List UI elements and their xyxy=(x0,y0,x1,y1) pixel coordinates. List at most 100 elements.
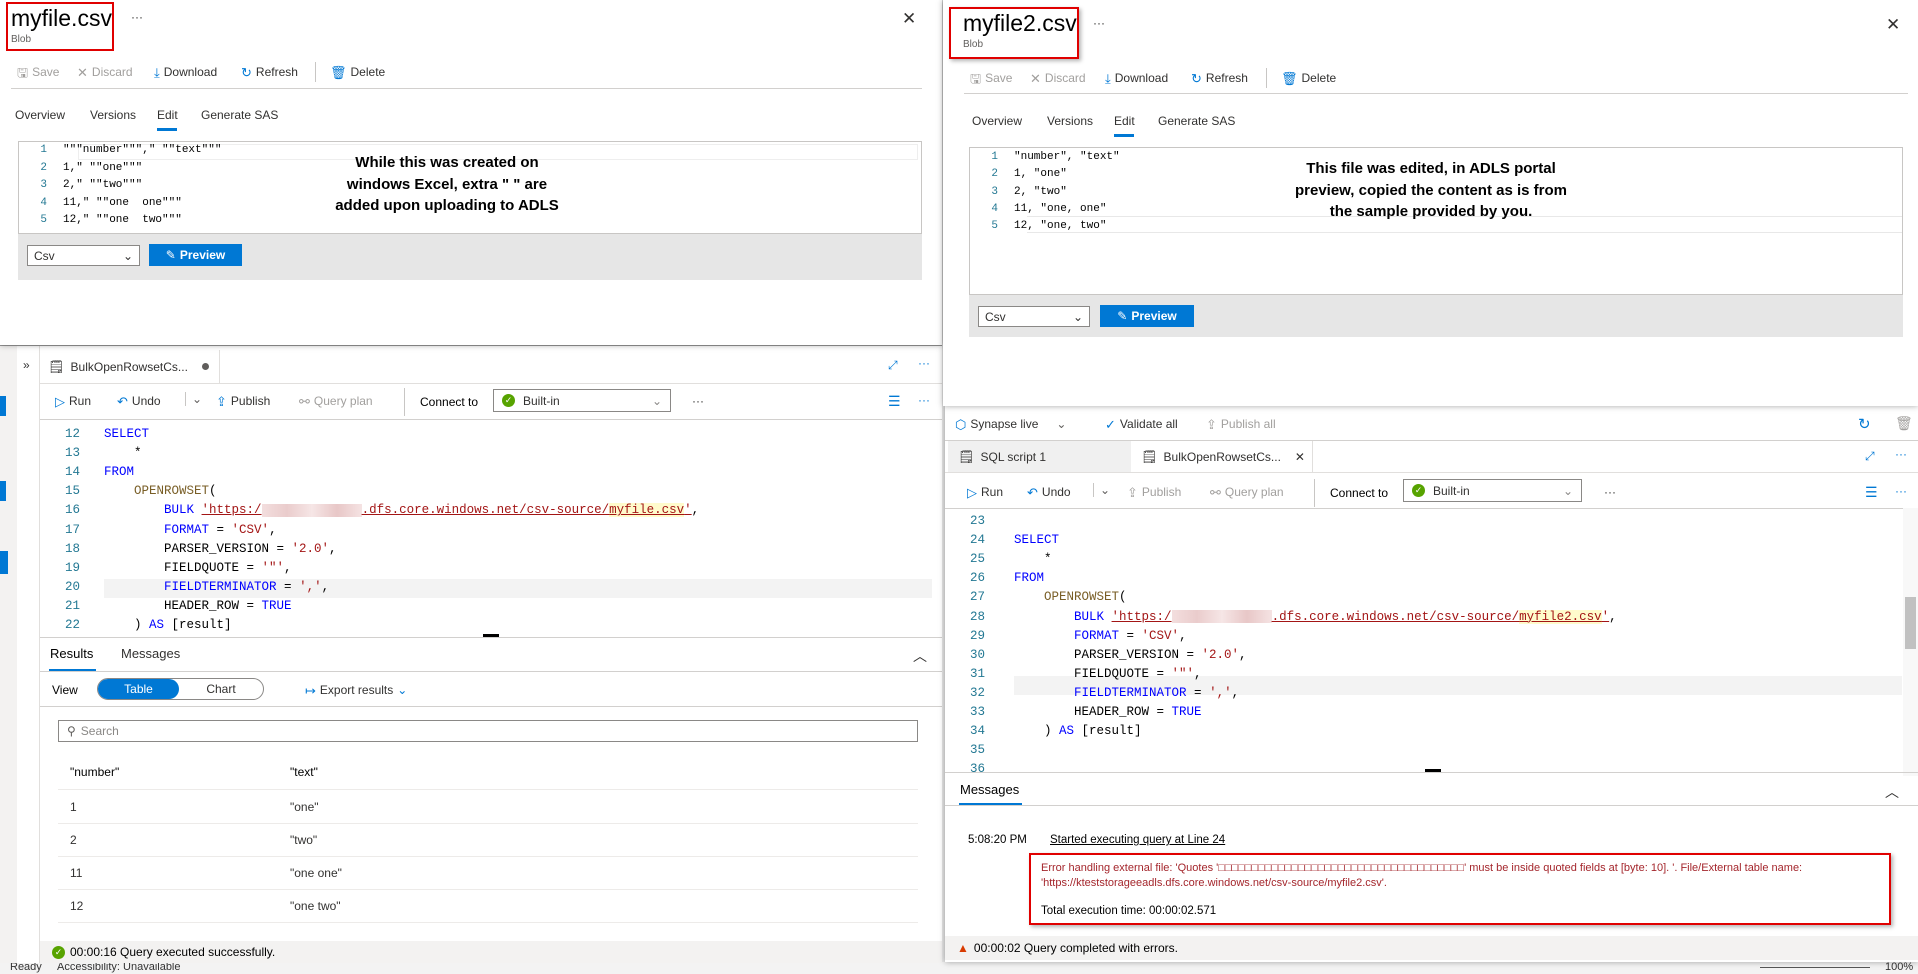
publish-button[interactable]: ⇪ Publish xyxy=(216,394,270,408)
code-token: FIELDTERMINATOR xyxy=(164,579,277,594)
code-token: FORMAT xyxy=(164,522,210,537)
code-editor[interactable]: 23 24 SELECT 25 * 26 FROM 27 OPENROWSET(28 BUL… xyxy=(945,514,1903,774)
toolbar-more-button[interactable]: ··· xyxy=(692,394,704,408)
tab-sql-script-1[interactable]: 🗒 SQL script 1 xyxy=(948,441,1131,472)
more-button[interactable]: ··· xyxy=(131,10,143,24)
tab-versions[interactable]: Versions xyxy=(1047,114,1093,128)
preview-button[interactable]: ✎ Preview xyxy=(149,244,242,266)
view-chart-option[interactable]: Chart xyxy=(179,679,263,699)
zoom-level[interactable]: 100% xyxy=(1885,961,1913,973)
discard-button[interactable]: ✕ Discard xyxy=(1030,71,1086,85)
expand-icon[interactable]: ⤢ xyxy=(1865,449,1875,464)
refresh-icon[interactable]: ↻ xyxy=(1858,415,1871,433)
code-line: FORMAT = 'CSV', xyxy=(1014,629,1187,643)
more-icon[interactable]: ··· xyxy=(1895,484,1907,498)
discard-icon: ✕ xyxy=(77,64,88,80)
close-icon[interactable]: ✕ xyxy=(1886,15,1900,35)
started-query-link[interactable]: Started executing query at Line 24 xyxy=(1050,834,1225,846)
collapse-messages-icon[interactable]: ︿ xyxy=(1885,782,1899,802)
tab-generate-sas[interactable]: Generate SAS xyxy=(1158,114,1235,128)
refresh-button[interactable]: ↻ Refresh xyxy=(241,65,298,79)
close-icon[interactable]: ✕ xyxy=(902,9,916,29)
view-table-option[interactable]: Table xyxy=(98,679,179,699)
column-header-text[interactable]: "text" xyxy=(290,765,318,779)
scrollbar-thumb[interactable] xyxy=(1905,597,1916,649)
code-token: .dfs.core.windows.net/csv-source/ xyxy=(361,503,610,518)
toolbar-more-button[interactable]: ··· xyxy=(1604,485,1616,499)
export-results-button[interactable]: ↦ Export results ⌄ xyxy=(305,683,407,697)
more-icon[interactable]: ··· xyxy=(918,393,930,407)
line-number: 16 xyxy=(64,503,80,518)
run-button[interactable]: ▷ Run xyxy=(55,394,91,408)
code-token: ',' xyxy=(1209,685,1232,700)
collapse-results-icon[interactable]: ︿ xyxy=(913,646,927,666)
zoom-slider[interactable] xyxy=(1760,967,1870,968)
expand-nav-button[interactable]: » xyxy=(23,358,30,372)
format-select[interactable]: Csv ⌄ xyxy=(27,245,140,266)
tab-overview[interactable]: Overview xyxy=(15,108,65,122)
validate-all-button[interactable]: ✓ Validate all xyxy=(1105,417,1178,431)
play-icon: ▷ xyxy=(55,393,65,409)
more-button[interactable]: ··· xyxy=(1093,16,1105,30)
line-number: 1 xyxy=(991,151,998,163)
run-button[interactable]: ▷ Run xyxy=(967,485,1003,499)
table-row[interactable]: 12 "one two" xyxy=(58,889,918,922)
save-button[interactable]: 🖫 Save xyxy=(970,71,1012,85)
preview-button[interactable]: ✎ Preview xyxy=(1100,305,1194,327)
tab-bulkopenrowset[interactable]: 🗒 BulkOpenRowsetCs... ✕ xyxy=(1131,441,1313,472)
expand-icon[interactable]: ⤢ xyxy=(888,358,898,373)
pool-dropdown[interactable]: ✓ Built-in ⌄ xyxy=(1403,479,1582,502)
tab-messages[interactable]: Messages xyxy=(121,646,180,661)
refresh-button[interactable]: ↻ Refresh xyxy=(1191,71,1248,85)
tab-generate-sas[interactable]: Generate SAS xyxy=(201,108,278,122)
code-token: AS xyxy=(149,618,165,632)
trash-icon[interactable]: 🗑 xyxy=(1895,415,1913,432)
format-select[interactable]: Csv ⌄ xyxy=(978,306,1090,327)
more-icon[interactable]: ··· xyxy=(918,356,930,370)
code-token: , xyxy=(1194,666,1202,681)
more-icon[interactable]: ··· xyxy=(1895,447,1907,461)
properties-icon[interactable]: ☰ xyxy=(1865,484,1878,501)
editor-scrollbar[interactable] xyxy=(1903,508,1918,776)
tab-edit[interactable]: Edit xyxy=(1114,114,1135,128)
save-button[interactable]: 🖫 Save xyxy=(17,65,59,79)
publish-button[interactable]: ⇪ Publish xyxy=(1127,485,1181,499)
close-tab-icon[interactable]: ✕ xyxy=(1295,450,1305,464)
chevron-down-icon: ⌄ xyxy=(1072,309,1083,324)
query-plan-button[interactable]: ⚯ Query plan xyxy=(1210,485,1284,499)
tab-overview[interactable]: Overview xyxy=(972,114,1022,128)
tab-results[interactable]: Results xyxy=(50,646,93,661)
table-row[interactable]: 1 "one" xyxy=(58,790,918,823)
pool-dropdown[interactable]: ✓ Built-in ⌄ xyxy=(493,389,671,412)
synapse-live-dropdown[interactable]: ⬡ Synapse live ⌄ xyxy=(955,417,1066,431)
line-number: 31 xyxy=(969,666,985,681)
code-token: .dfs.core.windows.net/csv-source/ xyxy=(1271,609,1520,624)
column-header-number[interactable]: "number" xyxy=(70,765,119,779)
tab-messages[interactable]: Messages xyxy=(960,782,1019,797)
table-row[interactable]: 2 "two" xyxy=(58,823,918,856)
code-token: SELECT xyxy=(1014,533,1060,548)
undo-dropdown-chevron-icon[interactable]: ⌄ xyxy=(185,392,202,406)
table-row[interactable]: 11 "one one" xyxy=(58,856,918,889)
script-tab[interactable]: 🗒 BulkOpenRowsetCs... xyxy=(40,350,220,383)
code-token: SELECT xyxy=(104,427,150,441)
csv-line: 12," ""one two""" xyxy=(63,214,182,226)
undo-dropdown-chevron-icon[interactable]: ⌄ xyxy=(1093,483,1110,497)
download-button[interactable]: ⤓ Download xyxy=(1105,71,1168,85)
tab-edit[interactable]: Edit xyxy=(157,108,178,122)
results-search-input[interactable]: ⚲ Search xyxy=(58,720,918,742)
publish-all-button[interactable]: ⇪ Publish all xyxy=(1206,417,1276,431)
tab-versions[interactable]: Versions xyxy=(90,108,136,122)
delete-button[interactable]: 🗑 Delete xyxy=(330,65,385,79)
view-toggle[interactable]: Table Chart xyxy=(97,678,264,700)
properties-icon[interactable]: ☰ xyxy=(888,393,901,410)
undo-button[interactable]: ↶ Undo xyxy=(117,394,161,408)
discard-button[interactable]: ✕ Discard xyxy=(77,65,133,79)
download-button[interactable]: ⤓ Download xyxy=(154,65,217,79)
line-number: 28 xyxy=(969,609,985,624)
delete-button[interactable]: 🗑 Delete xyxy=(1281,71,1336,85)
undo-button[interactable]: ↶ Undo xyxy=(1027,485,1071,499)
query-plan-button[interactable]: ⚯ Query plan xyxy=(299,394,373,408)
